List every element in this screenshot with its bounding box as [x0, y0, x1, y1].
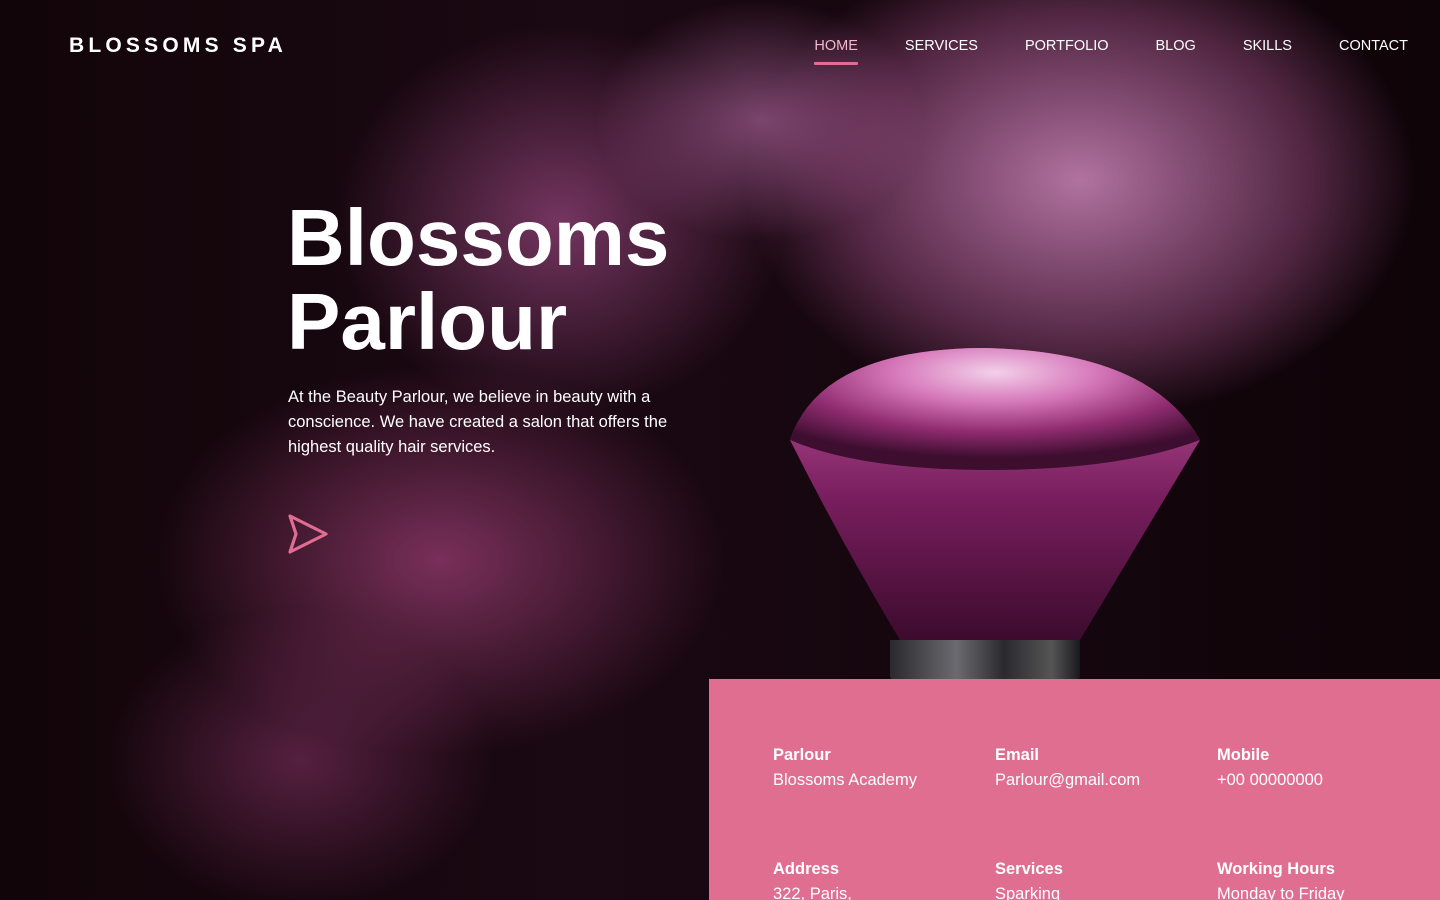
info-parlour: Parlour Blossoms Academy — [773, 744, 917, 794]
info-value[interactable]: +00 00000000 — [1217, 766, 1323, 794]
hero-title-line1: Blossoms — [287, 193, 670, 282]
info-panel: Parlour Blossoms Academy Email Parlour@g… — [709, 679, 1440, 900]
brush-handle — [890, 640, 1080, 680]
makeup-brush-image — [790, 348, 1200, 640]
info-label: Address — [773, 860, 840, 878]
info-address: Address 322, Paris, — [773, 858, 852, 900]
info-label: Services — [995, 860, 1063, 878]
main-nav: HOME SERVICES PORTFOLIO BLOG SKILLS CONT… — [767, 37, 1408, 65]
nav-skills[interactable]: SKILLS — [1243, 37, 1292, 55]
play-arrow-icon — [288, 514, 328, 554]
hero-title: Blossoms Parlour — [287, 196, 669, 364]
site-header: BLOSSOMS SPA HOME SERVICES PORTFOLIO BLO… — [0, 0, 1440, 92]
info-value: Monday to Friday — [1217, 885, 1345, 900]
nav-blog[interactable]: BLOG — [1156, 37, 1196, 55]
info-value: 322, Paris, — [773, 885, 852, 900]
info-working-hours: Working Hours Monday to Friday — [1217, 858, 1344, 900]
nav-portfolio[interactable]: PORTFOLIO — [1025, 37, 1109, 55]
nav-home[interactable]: HOME — [814, 37, 858, 65]
info-label: Email — [995, 746, 1040, 764]
hero-description: At the Beauty Parlour, we believe in bea… — [288, 388, 668, 456]
info-value: Blossoms Academy — [773, 771, 917, 789]
info-email: Email Parlour@gmail.com — [995, 744, 1140, 794]
play-button[interactable] — [286, 512, 330, 556]
nav-contact[interactable]: CONTACT — [1339, 37, 1408, 55]
info-label: Parlour — [773, 746, 831, 764]
info-label: Mobile — [1217, 746, 1270, 764]
info-mobile: Mobile +00 00000000 — [1217, 744, 1323, 794]
info-value: Sparking — [995, 885, 1061, 900]
brand-logo[interactable]: BLOSSOMS SPA — [69, 34, 287, 58]
info-services: Services Sparking — [995, 858, 1063, 900]
info-value[interactable]: Parlour@gmail.com — [995, 766, 1140, 794]
info-label: Working Hours — [1217, 860, 1335, 878]
nav-services[interactable]: SERVICES — [905, 37, 978, 55]
hero-title-line2: Parlour — [287, 277, 568, 366]
